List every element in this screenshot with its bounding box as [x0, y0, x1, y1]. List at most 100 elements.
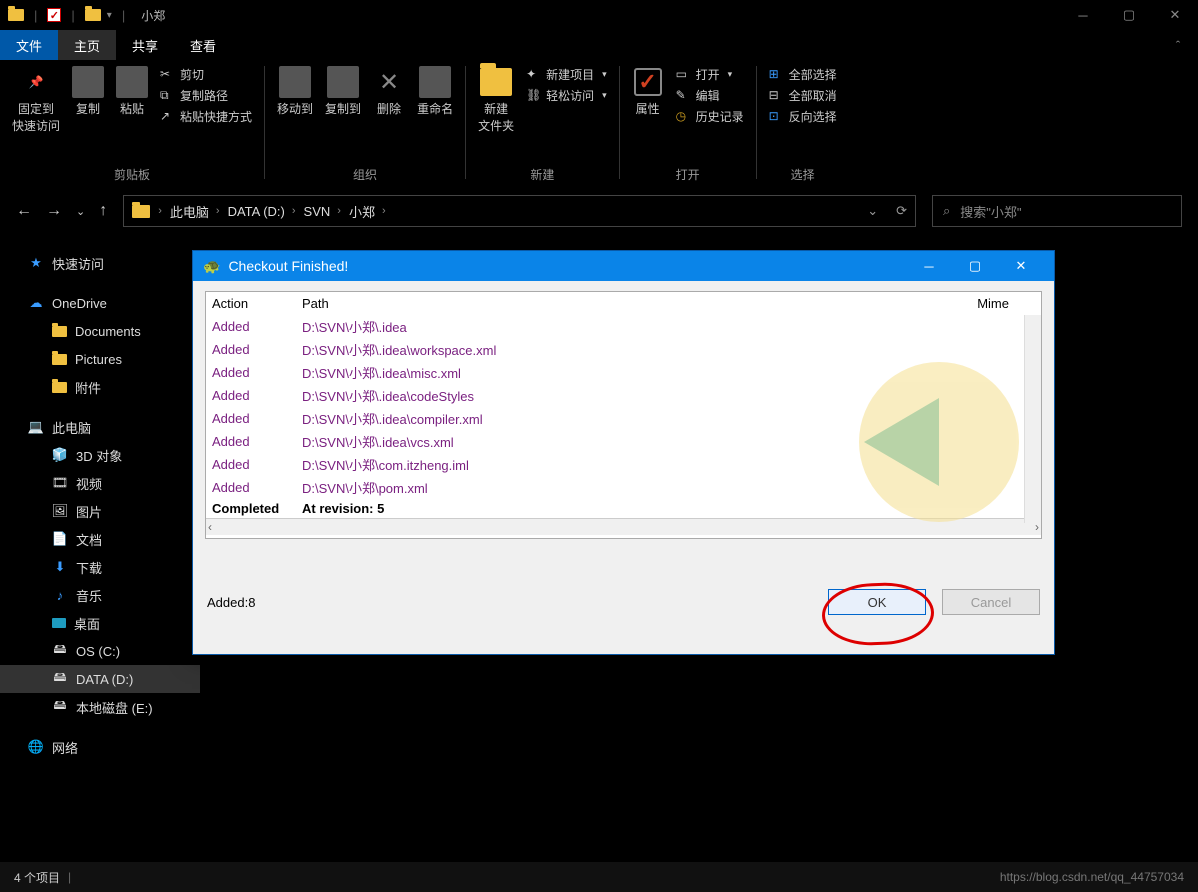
log-row[interactable]: AddedD:\SVN\小郑\.idea\vcs.xml — [206, 430, 1041, 453]
tree-item[interactable]: ⬇下载 — [0, 553, 200, 581]
history-button[interactable]: ◷历史记录 — [672, 106, 748, 126]
folder-icon — [52, 382, 67, 393]
tab-view[interactable]: 查看 — [174, 30, 232, 60]
tree-item[interactable]: 📄文档 — [0, 525, 200, 553]
tree-item[interactable]: ♪音乐 — [0, 581, 200, 609]
tree-thispc[interactable]: 💻此电脑 — [0, 413, 200, 441]
paste-button[interactable]: 粘贴 — [112, 64, 152, 119]
log-row[interactable]: AddedD:\SVN\小郑\.idea\compiler.xml — [206, 407, 1041, 430]
forward-button[interactable]: → — [46, 202, 62, 220]
selectinvert-button[interactable]: ⊡反向选择 — [765, 106, 841, 126]
maximize-button[interactable]: ▢ — [1106, 0, 1152, 30]
search-input[interactable]: ⌕ 搜索"小郑" — [932, 195, 1182, 227]
minimize-button[interactable]: ─ — [1060, 0, 1106, 30]
dialog-maximize-button[interactable]: ▢ — [952, 251, 998, 281]
tree-item[interactable]: 🖴本地磁盘 (E:) — [0, 693, 200, 721]
edit-button[interactable]: ✎编辑 — [672, 85, 748, 105]
breadcrumb-item[interactable]: 小郑› — [349, 202, 386, 221]
log-row[interactable]: AddedD:\SVN\小郑\.idea — [206, 315, 1041, 338]
collapse-ribbon-button[interactable]: ˆ — [1158, 30, 1198, 60]
cell-path: D:\SVN\小郑\.idea\vcs.xml — [296, 430, 1041, 453]
copypath-button[interactable]: ⧉复制路径 — [156, 85, 256, 105]
back-button[interactable]: ← — [16, 202, 32, 220]
easyaccess-button[interactable]: ⛓轻松访问▾ — [522, 85, 611, 105]
dialog-titlebar[interactable]: 🐢 Checkout Finished! ─ ▢ ✕ — [193, 251, 1054, 281]
breadcrumb-item[interactable]: DATA (D:)› — [228, 204, 296, 219]
tab-home[interactable]: 主页 — [58, 30, 116, 60]
cell-path: D:\SVN\小郑\pom.xml — [296, 476, 1041, 499]
log-row[interactable]: AddedD:\SVN\小郑\.idea\misc.xml — [206, 361, 1041, 384]
tab-share[interactable]: 共享 — [116, 30, 174, 60]
up-button[interactable]: ↑ — [99, 202, 107, 220]
tree-item[interactable]: 🖼图片 — [0, 497, 200, 525]
open-button[interactable]: ▭打开▾ — [672, 64, 748, 84]
moveto-button[interactable]: 移动到 — [273, 64, 317, 119]
label: 此电脑 — [52, 418, 91, 437]
group-label: 打开 — [676, 164, 700, 183]
dialog-minimize-button[interactable]: ─ — [906, 251, 952, 281]
log-row[interactable]: AddedD:\SVN\小郑\.idea\workspace.xml — [206, 338, 1041, 361]
label: 打开 — [696, 66, 720, 83]
tree-network[interactable]: 🌐网络 — [0, 733, 200, 761]
dropdown-icon[interactable]: ⌄ — [867, 203, 878, 219]
tree-item[interactable]: 🎞视频 — [0, 469, 200, 497]
cell-action: Added — [206, 476, 296, 499]
col-mime[interactable]: Mime — [971, 292, 1019, 315]
label: 全部取消 — [789, 87, 837, 104]
recent-dropdown[interactable]: ⌄ — [76, 205, 85, 218]
log-row-completed[interactable]: CompletedAt revision: 5 — [206, 499, 1041, 518]
chevron-right-icon[interactable]: › — [158, 205, 162, 217]
folder-icon — [85, 9, 101, 21]
selectall-button[interactable]: ⊞全部选择 — [765, 64, 841, 84]
log-row[interactable]: AddedD:\SVN\小郑\.idea\codeStyles — [206, 384, 1041, 407]
cell-action: Added — [206, 361, 296, 384]
breadcrumb-item[interactable]: 此电脑› — [170, 202, 220, 221]
log-list: Action Path Mime AddedD:\SVN\小郑\.ideaAdd… — [205, 291, 1042, 539]
status-bar: 4 个项目 | https://blog.csdn.net/qq_4475703… — [0, 862, 1198, 892]
folder-icon — [52, 354, 67, 365]
tree-item[interactable]: Documents — [0, 317, 200, 345]
checkout-dialog: 🐢 Checkout Finished! ─ ▢ ✕ Action Path M… — [192, 250, 1055, 655]
pasteshortcut-button[interactable]: ↗粘贴快捷方式 — [156, 106, 256, 126]
dropdown-icon[interactable]: ▾ — [107, 10, 112, 21]
properties-button[interactable]: ✓属性 — [628, 64, 668, 119]
delete-button[interactable]: ✕删除 — [369, 64, 409, 119]
check-icon: ✓ — [47, 8, 61, 22]
copy-button[interactable]: 复制 — [68, 64, 108, 119]
tree-quickaccess[interactable]: ★快速访问 — [0, 249, 200, 277]
tab-file[interactable]: 文件 — [0, 30, 58, 60]
tree-item[interactable]: 🧊3D 对象 — [0, 441, 200, 469]
log-row[interactable]: AddedD:\SVN\小郑\pom.xml — [206, 476, 1041, 499]
col-path[interactable]: Path — [296, 292, 1041, 315]
label: 视频 — [76, 474, 102, 493]
dialog-close-button[interactable]: ✕ — [998, 251, 1044, 281]
copyto-button[interactable]: 复制到 — [321, 64, 365, 119]
rename-button[interactable]: 重命名 — [413, 64, 457, 119]
tree-item[interactable]: 🖴OS (C:) — [0, 637, 200, 665]
newfolder-button[interactable]: 新建 文件夹 — [474, 64, 518, 136]
tree-item[interactable]: Pictures — [0, 345, 200, 373]
refresh-button[interactable]: ⟳ — [896, 203, 907, 219]
group-label: 新建 — [530, 164, 554, 183]
navigation-tree: ★快速访问 ☁OneDrive Documents Pictures 附件 💻此… — [0, 237, 200, 857]
cell-path: D:\SVN\小郑\com.itzheng.iml — [296, 453, 1041, 476]
label: 反向选择 — [789, 108, 837, 125]
tree-item[interactable]: 桌面 — [0, 609, 200, 637]
label: 新建项目 — [546, 66, 594, 83]
cancel-button[interactable]: Cancel — [942, 589, 1040, 615]
selectnone-button[interactable]: ⊟全部取消 — [765, 85, 841, 105]
ok-button[interactable]: OK — [828, 589, 926, 615]
tree-item[interactable]: 附件 — [0, 373, 200, 401]
breadcrumb-item[interactable]: SVN› — [304, 204, 341, 219]
tree-item-selected[interactable]: 🖴DATA (D:) — [0, 665, 200, 693]
log-row[interactable]: AddedD:\SVN\小郑\com.itzheng.iml — [206, 453, 1041, 476]
address-bar[interactable]: › 此电脑› DATA (D:)› SVN› 小郑› ⌄ ⟳ — [123, 195, 916, 227]
horizontal-scrollbar[interactable]: ‹› — [206, 518, 1041, 535]
cut-button[interactable]: ✂剪切 — [156, 64, 256, 84]
pin-quickaccess-button[interactable]: 📌固定到 快速访问 — [8, 64, 64, 136]
close-button[interactable]: ✕ — [1152, 0, 1198, 30]
tree-onedrive[interactable]: ☁OneDrive — [0, 289, 200, 317]
col-action[interactable]: Action — [206, 292, 296, 315]
cell-action: Completed — [206, 499, 296, 518]
newitem-button[interactable]: ✦新建项目▾ — [522, 64, 611, 84]
